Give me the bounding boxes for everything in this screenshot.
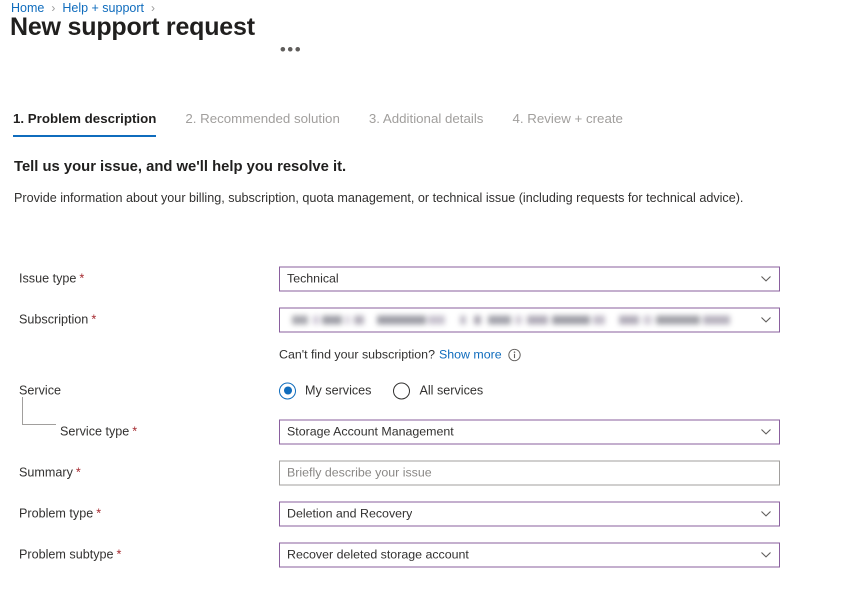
required-asterisk: * [132,424,137,438]
tab-problem-description[interactable]: 1. Problem description [13,110,156,137]
section-heading: Tell us your issue, and we'll help you r… [14,157,346,177]
chevron-down-icon [760,267,772,290]
form-row-problem-subtype: Problem subtype* Recover deleted storage… [0,534,866,575]
form-row-subscription: Subscription* [0,299,866,340]
radio-my-services-label: My services [305,384,371,398]
tab-additional-details[interactable]: 3. Additional details [369,110,484,137]
more-options-icon[interactable]: ••• [277,43,305,57]
form-row-service-type: Service type* Storage Account Management [0,411,866,452]
problem-subtype-dropdown[interactable]: Recover deleted storage account [279,542,780,567]
chevron-down-icon [760,308,772,331]
problem-type-label: Problem type* [19,505,101,522]
required-asterisk: * [117,547,122,561]
service-type-label-text: Service type [60,424,129,438]
problem-type-control: Deletion and Recovery [279,501,780,526]
info-circle-icon[interactable] [508,349,521,362]
chevron-down-icon [760,502,772,525]
summary-placeholder: Briefly describe your issue [287,466,432,480]
support-request-form: Issue type* Technical Subscription* [0,258,866,575]
service-label-text: Service [19,383,61,397]
issue-type-control: Technical [279,266,780,291]
problem-type-dropdown[interactable]: Deletion and Recovery [279,501,780,526]
radio-my-services[interactable]: My services [279,382,371,399]
service-label: Service [19,382,61,399]
summary-label: Summary* [19,464,81,481]
show-more-link[interactable]: Show more [439,347,502,364]
required-asterisk: * [91,312,96,326]
form-row-service: Service My services All services [0,370,866,411]
problem-type-value: Deletion and Recovery [287,507,412,521]
radio-all-services-label: All services [419,384,483,398]
service-type-label: Service type* [60,423,137,440]
service-type-control: Storage Account Management [279,419,780,444]
problem-subtype-label-text: Problem subtype [19,547,114,561]
subscription-helper: Can't find your subscription? Show more [279,347,521,364]
subscription-helper-text: Can't find your subscription? [279,347,435,364]
wizard-tablist: 1. Problem description 2. Recommended so… [13,110,652,142]
summary-input[interactable]: Briefly describe your issue [279,460,780,485]
required-asterisk: * [79,271,84,285]
service-type-value: Storage Account Management [287,425,454,439]
service-scope-radiogroup: My services All services [279,382,505,399]
problem-type-label-text: Problem type [19,506,93,520]
tab-review-create[interactable]: 4. Review + create [512,110,623,137]
chevron-down-icon [760,420,772,443]
tab-recommended-solution[interactable]: 2. Recommended solution [185,110,339,137]
page-header: New support request ••• [10,26,305,60]
issue-type-value: Technical [287,272,339,286]
required-asterisk: * [96,506,101,520]
problem-subtype-control: Recover deleted storage account [279,542,780,567]
subscription-control [279,307,780,332]
problem-subtype-label: Problem subtype* [19,546,121,563]
subscription-label-text: Subscription [19,312,88,326]
issue-type-label-text: Issue type [19,271,76,285]
subscription-dropdown[interactable] [279,307,780,332]
page-title: New support request [10,11,255,43]
required-asterisk: * [76,465,81,479]
service-type-dropdown[interactable]: Storage Account Management [279,419,780,444]
issue-type-label: Issue type* [19,270,84,287]
form-row-subscription-helper: Can't find your subscription? Show more [0,340,866,370]
chevron-down-icon [760,543,772,566]
issue-type-dropdown[interactable]: Technical [279,266,780,291]
problem-subtype-value: Recover deleted storage account [287,548,469,562]
section-description: Provide information about your billing, … [14,188,774,208]
radio-selected-icon [279,382,296,399]
form-row-problem-type: Problem type* Deletion and Recovery [0,493,866,534]
summary-control: Briefly describe your issue [279,460,780,485]
form-row-summary: Summary* Briefly describe your issue [0,452,866,493]
form-row-issue-type: Issue type* Technical [0,258,866,299]
radio-unselected-icon [393,382,410,399]
summary-label-text: Summary [19,465,73,479]
radio-all-services[interactable]: All services [393,382,483,399]
subscription-value-redacted [287,313,749,326]
subscription-label: Subscription* [19,311,96,328]
